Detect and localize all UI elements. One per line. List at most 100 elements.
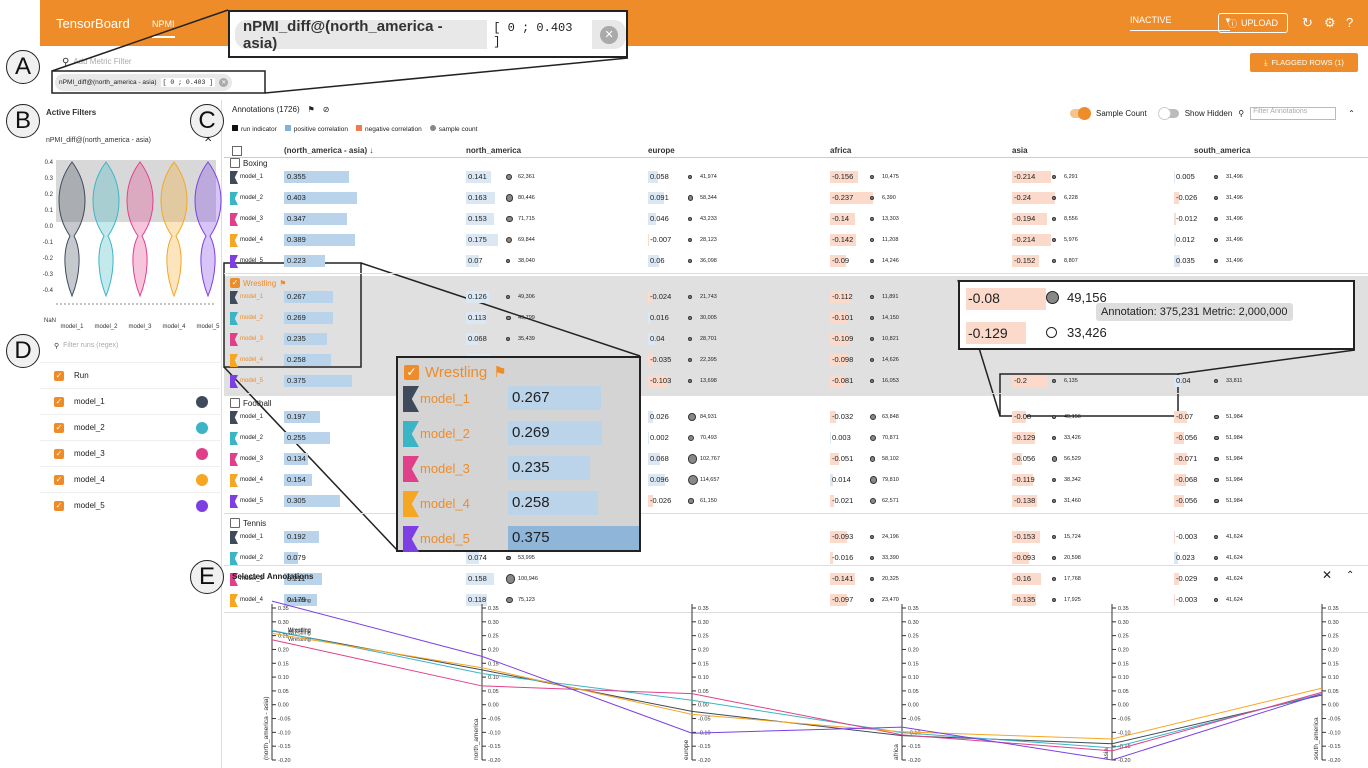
y-tick-label: 0.4 [45,160,54,166]
value: -0.024 [650,292,672,301]
sample-count: 36,098 [700,258,717,264]
run-row-model_3[interactable]: ✓ model_3 [40,440,222,466]
sample-count: 114,657 [700,477,720,483]
sample-count: 21,743 [700,294,717,300]
sample-count-dot [1052,238,1056,242]
sample-count: 62,361 [518,174,535,180]
tick-label: -0.05 [908,717,921,723]
run-row-model_4[interactable]: ✓ model_4 [40,466,222,492]
checkbox-checked-icon[interactable]: ✓ [54,370,64,381]
run-color-dot [196,473,208,486]
annotations-legend: run indicator positive correlation negat… [232,125,477,133]
sample-count-dot [870,498,876,504]
flag-icon: ⚑ [279,278,287,288]
axis-label: asia [1103,748,1110,760]
sample-count: 31,496 [1226,216,1243,222]
x-tick-label: model_1 [60,324,84,330]
sample-count-dot [1214,414,1219,420]
value: 0.04 [1176,376,1191,385]
run-search-input[interactable]: ⚲ Filter runs (regex) [54,342,118,350]
column-header[interactable]: south_america [1194,146,1250,155]
value: 0.005 [1176,172,1195,181]
checkbox-checked-icon[interactable]: ✓ [54,422,64,433]
sample-count: 41,624 [1226,534,1243,540]
sample-count: 58,102 [882,456,899,462]
column-header[interactable]: asia [1012,146,1028,155]
group-header[interactable]: ✓ Wrestling ⚑ [230,278,286,288]
sample-count-dot [688,175,692,179]
close-icon[interactable]: ✕ [1322,568,1332,582]
tick-label: 0.15 [1328,661,1339,667]
checkbox[interactable] [230,158,240,168]
flag-icon[interactable]: ⚑ [308,105,315,114]
annotation-filter-input[interactable]: Filter Annotations [1250,107,1337,120]
checkbox[interactable] [230,398,240,408]
column-header[interactable]: europe [648,146,675,155]
column-header[interactable]: north_america [466,146,521,155]
collapse-icon[interactable]: ⌃ [1346,570,1354,581]
sample-count-dot [688,337,692,341]
model-label: model_3 [420,461,470,476]
collapse-icon[interactable]: ⌃ [1348,109,1355,118]
sample-count-dot [506,194,514,202]
value: 0.058 [650,172,669,181]
checkbox-checked-icon: ✓ [404,364,419,380]
value: -0.081 [832,376,854,385]
sample-count: 14,626 [882,357,899,363]
run-row-model_1[interactable]: ✓ model_1 [40,388,222,414]
value: 0.002 [650,433,669,442]
column-header[interactable]: africa [830,146,851,155]
sample-count-toggle[interactable] [1070,107,1091,120]
y-tick-label: 0.2 [45,192,54,198]
checkbox-checked-icon[interactable]: ✓ [54,500,64,511]
sample-count: 56,529 [1064,456,1081,462]
tick-label: 0.25 [908,634,919,640]
model-label: model_2 [420,426,470,441]
hide-icon[interactable]: ⊘ [323,105,330,114]
group-header[interactable]: Tennis [230,518,266,528]
violin-shape [92,161,120,298]
sample-count-dot [1052,196,1056,200]
run-row-model_5[interactable]: ✓ model_5 [40,492,222,518]
header-divider [224,157,1368,158]
violin-shape [58,161,86,298]
tick-label: 0.25 [698,634,709,640]
sample-count: 31,460 [1064,498,1081,504]
group-header[interactable]: Football [230,398,271,408]
column-header[interactable]: (north_america - asia) ↓ [284,146,373,155]
checkbox-checked-icon[interactable]: ✓ [54,448,64,459]
nan-label: NaN [44,318,56,324]
zoom-value: -0.08 [968,290,1000,306]
run-row-model_2[interactable]: ✓ model_2 [40,414,222,440]
x-tick-label: model_3 [128,324,152,330]
value: -0.051 [832,454,854,463]
sample-count-dot [870,175,874,179]
checkbox-checked-icon[interactable]: ✓ [54,474,64,485]
sample-count-dot [870,577,874,581]
select-all-checkbox[interactable] [232,146,242,156]
diff-value: 0.134 [287,454,306,463]
value: 0.158 [468,574,487,583]
checkbox[interactable] [230,518,240,528]
tick-label: -0.05 [698,717,711,723]
checkbox-checked-icon[interactable]: ✓ [230,278,240,288]
tick-label: 0.15 [698,661,709,667]
axis-label: europe [683,739,690,760]
checkbox-checked-icon[interactable]: ✓ [54,396,64,407]
value: -0.026 [650,496,672,505]
annotation-controls: Sample Count Show Hidden ⚲ Filter Annota… [1070,107,1355,120]
tick-label: 0.15 [908,661,919,667]
run-flag-icon [403,421,419,447]
sample-count: 5,976 [1064,237,1078,243]
value: -0.026 [1176,193,1198,202]
sample-count: 71,715 [518,216,535,222]
group-name: Football [243,398,272,408]
group-header[interactable]: Boxing [230,158,267,168]
axis-label: africa [893,744,900,760]
show-hidden-toggle[interactable] [1157,107,1179,120]
zoom-group-header: ✓ Wrestling ⚑ [404,363,507,381]
callout-e: E [190,560,224,594]
tick-label: 0.35 [1118,606,1129,612]
model-label: model_2 [240,315,264,321]
value: -0.068 [1176,475,1198,484]
